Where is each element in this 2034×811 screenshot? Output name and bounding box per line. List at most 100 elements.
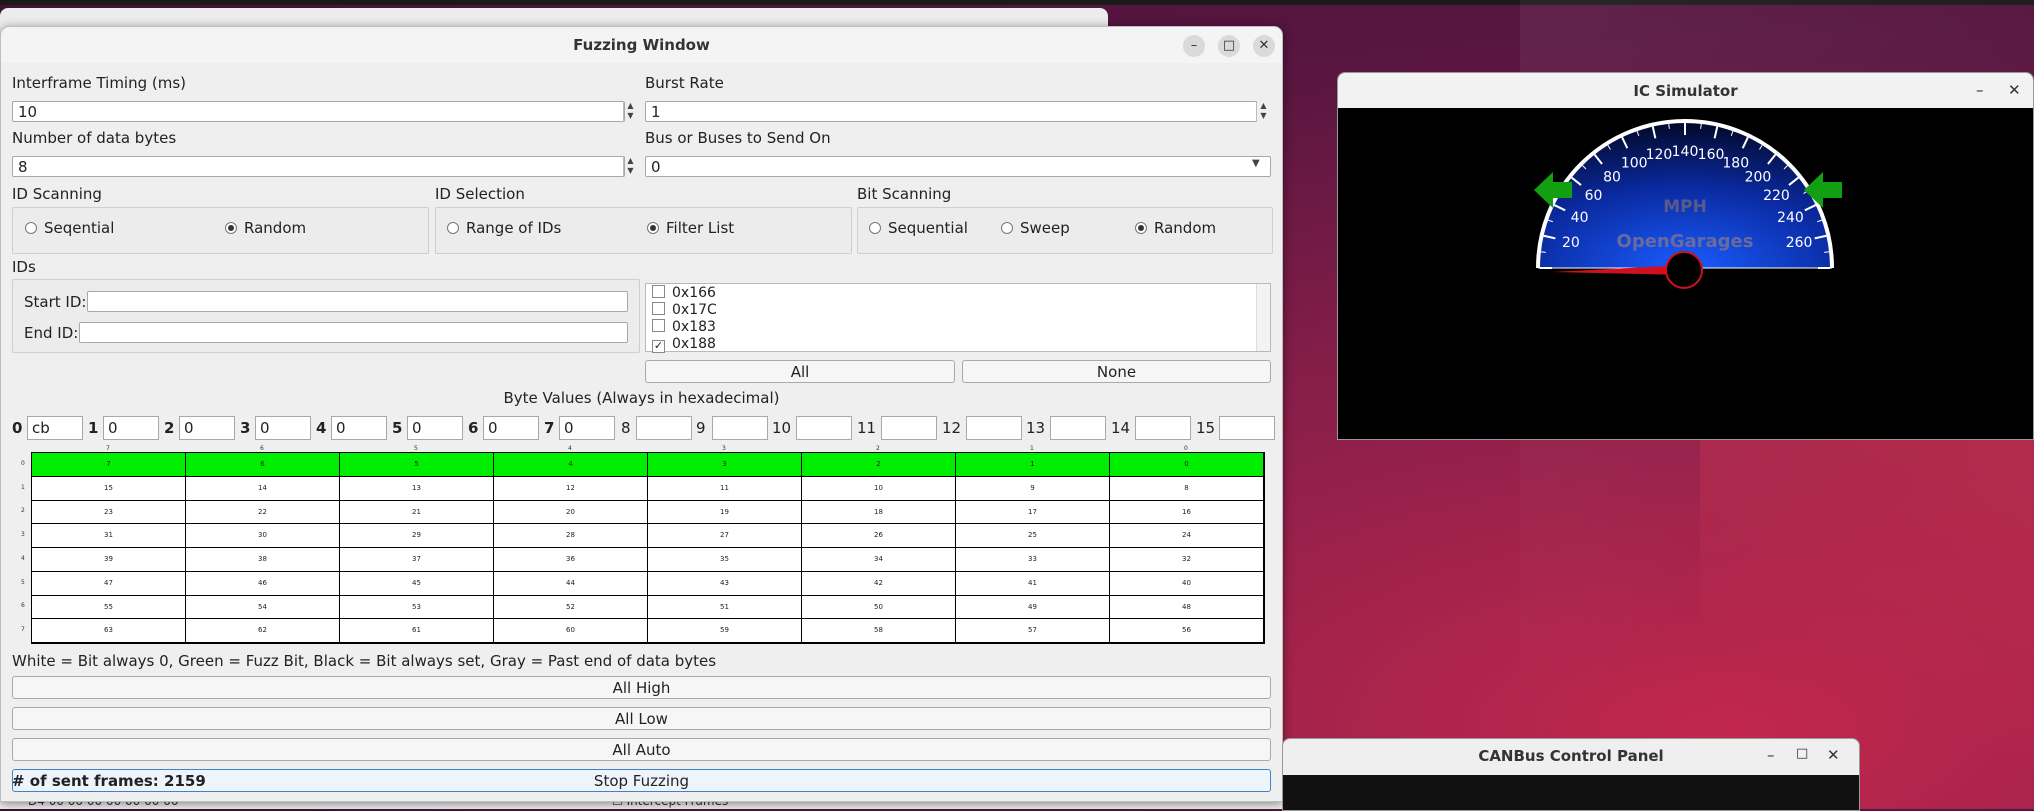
byte-value-input[interactable]	[1135, 416, 1191, 440]
bit-cell[interactable]: 11	[648, 476, 802, 501]
bit-cell[interactable]: 41	[956, 571, 1110, 596]
burst-spin-icon[interactable]: ▲ ▼	[1256, 101, 1270, 122]
bit-cell[interactable]: 61	[340, 619, 494, 643]
minimize-icon[interactable]: –	[1767, 746, 1775, 764]
ndata-input[interactable]: 8	[12, 156, 625, 177]
bit-cell[interactable]: 46	[186, 571, 340, 596]
byte-value-input[interactable]	[1050, 416, 1106, 440]
bit-cell[interactable]: 26	[802, 524, 956, 548]
ndata-spin-icon[interactable]: ▲ ▼	[623, 156, 637, 177]
maximize-icon[interactable]: □	[1218, 35, 1240, 57]
bit-cell[interactable]: 60	[494, 619, 648, 643]
radio-random-id[interactable]	[225, 222, 237, 234]
bit-cell[interactable]: 55	[32, 595, 186, 620]
burst-input[interactable]: 1	[645, 101, 1257, 122]
minimize-icon[interactable]: –	[1183, 35, 1205, 57]
checkbox[interactable]	[652, 319, 665, 332]
minimize-icon[interactable]: –	[1976, 81, 1984, 99]
bit-cell[interactable]: 7	[32, 453, 186, 477]
interframe-input[interactable]: 10	[12, 101, 625, 122]
bit-cell[interactable]: 44	[494, 571, 648, 596]
radio-sweep[interactable]	[1001, 222, 1013, 234]
close-icon[interactable]: ✕	[1253, 35, 1275, 57]
bit-cell[interactable]: 8	[1110, 476, 1264, 501]
bit-cell[interactable]: 58	[802, 619, 956, 643]
maximize-icon[interactable]: □	[1796, 746, 1808, 761]
bit-cell[interactable]: 54	[186, 595, 340, 620]
bit-grid[interactable]: 7 6 5 4 3 2 1 0 15 14 13 12 11 10 9 8 23 22 21 20 19 18 17 16 31…	[31, 452, 1265, 644]
list-item[interactable]: 0x183	[652, 319, 716, 336]
bit-cell[interactable]: 12	[494, 476, 648, 501]
all-high-button[interactable]: All High	[12, 676, 1271, 699]
bit-cell[interactable]: 56	[1110, 619, 1264, 643]
byte-value-input[interactable]	[881, 416, 937, 440]
bit-cell[interactable]: 17	[956, 500, 1110, 525]
bit-cell[interactable]: 49	[956, 595, 1110, 620]
bit-cell[interactable]: 25	[956, 524, 1110, 548]
bit-cell[interactable]: 50	[802, 595, 956, 620]
byte-value-input[interactable]	[712, 416, 768, 440]
list-item[interactable]: ✓ 0x188	[652, 336, 716, 353]
bit-cell[interactable]: 57	[956, 619, 1110, 643]
checkbox[interactable]	[652, 285, 665, 298]
bit-cell[interactable]: 28	[494, 524, 648, 548]
bit-cell[interactable]: 1	[956, 453, 1110, 477]
bit-cell[interactable]: 63	[32, 619, 186, 643]
bit-cell[interactable]: 3	[648, 453, 802, 477]
bit-cell[interactable]: 31	[32, 524, 186, 548]
start-id-input[interactable]	[87, 291, 628, 312]
bit-cell[interactable]: 20	[494, 500, 648, 525]
byte-value-input[interactable]	[796, 416, 852, 440]
bit-cell[interactable]: 16	[1110, 500, 1264, 525]
checkbox[interactable]	[652, 302, 665, 315]
bit-cell[interactable]: 43	[648, 571, 802, 596]
close-icon[interactable]: ✕	[1827, 746, 1840, 764]
bit-cell[interactable]: 53	[340, 595, 494, 620]
byte-value-input[interactable]	[1219, 416, 1275, 440]
bit-cell[interactable]: 19	[648, 500, 802, 525]
bit-cell[interactable]: 38	[186, 548, 340, 572]
bit-cell[interactable]: 29	[340, 524, 494, 548]
bit-cell[interactable]: 36	[494, 548, 648, 572]
bit-cell[interactable]: 45	[340, 571, 494, 596]
bit-cell[interactable]: 47	[32, 571, 186, 596]
bit-cell[interactable]: 18	[802, 500, 956, 525]
byte-value-input[interactable]: 0	[559, 416, 615, 440]
bit-cell[interactable]: 6	[186, 453, 340, 477]
bit-cell[interactable]: 42	[802, 571, 956, 596]
byte-value-input[interactable]: 0	[407, 416, 463, 440]
byte-value-input[interactable]	[966, 416, 1022, 440]
bit-cell[interactable]: 59	[648, 619, 802, 643]
bit-cell[interactable]: 13	[340, 476, 494, 501]
bit-cell[interactable]: 51	[648, 595, 802, 620]
id-filter-list[interactable]: 0x166 0x17C 0x183 ✓ 0x188	[645, 283, 1271, 353]
radio-filter-list[interactable]	[647, 222, 659, 234]
bit-cell[interactable]: 5	[340, 453, 494, 477]
bit-cell[interactable]: 22	[186, 500, 340, 525]
bit-cell[interactable]: 2	[802, 453, 956, 477]
list-item[interactable]: 0x166	[652, 285, 716, 302]
bit-cell[interactable]: 37	[340, 548, 494, 572]
bit-cell[interactable]: 15	[32, 476, 186, 501]
bit-cell[interactable]: 9	[956, 476, 1110, 501]
bit-cell[interactable]: 32	[1110, 548, 1264, 572]
bit-cell[interactable]: 23	[32, 500, 186, 525]
byte-value-input[interactable]	[636, 416, 692, 440]
bit-cell[interactable]: 27	[648, 524, 802, 548]
close-icon[interactable]: ✕	[2008, 81, 2021, 99]
bit-cell[interactable]: 52	[494, 595, 648, 620]
radio-random-bit[interactable]	[1135, 222, 1147, 234]
all-low-button[interactable]: All Low	[12, 707, 1271, 730]
bit-cell[interactable]: 35	[648, 548, 802, 572]
bit-cell[interactable]: 39	[32, 548, 186, 572]
bus-select[interactable]: 0	[645, 156, 1271, 177]
byte-value-input[interactable]: cb	[27, 416, 83, 440]
radio-sequential-bit[interactable]	[869, 222, 881, 234]
bit-cell[interactable]: 14	[186, 476, 340, 501]
bit-cell[interactable]: 10	[802, 476, 956, 501]
end-id-input[interactable]	[79, 322, 628, 343]
byte-value-input[interactable]: 0	[483, 416, 539, 440]
bit-cell[interactable]: 21	[340, 500, 494, 525]
bit-cell[interactable]: 0	[1110, 453, 1264, 477]
all-button[interactable]: All	[645, 360, 955, 383]
